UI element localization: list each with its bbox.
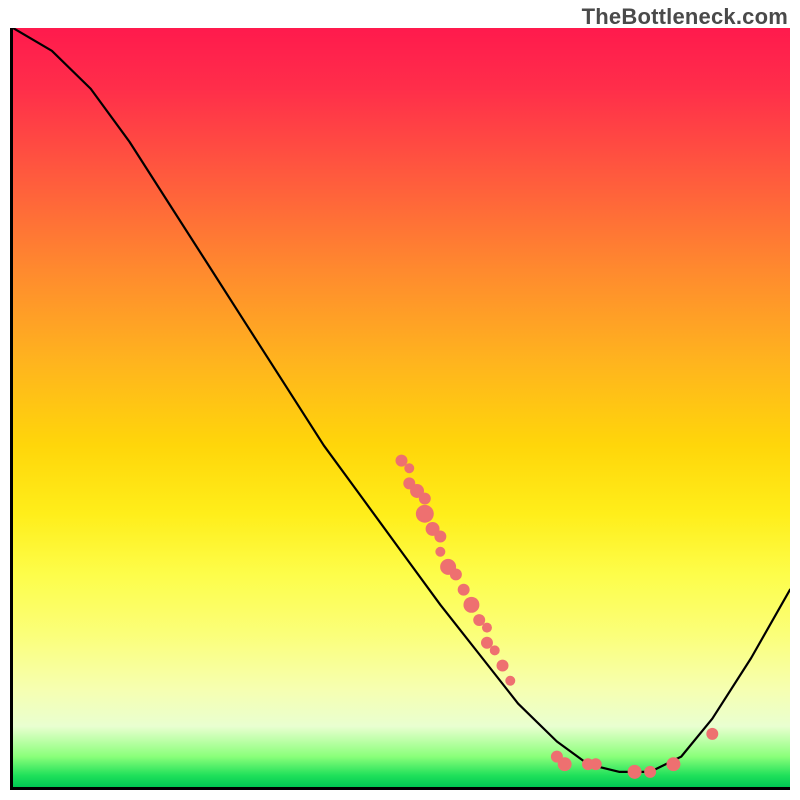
- watermark-text: TheBottleneck.com: [582, 4, 788, 30]
- data-point: [505, 676, 515, 686]
- data-point: [590, 758, 602, 770]
- data-point: [628, 765, 642, 779]
- data-point: [497, 660, 509, 672]
- chart-container: TheBottleneck.com: [0, 0, 800, 800]
- data-point: [416, 505, 434, 523]
- data-point: [558, 757, 572, 771]
- data-point: [396, 455, 408, 467]
- data-point: [666, 757, 680, 771]
- data-point: [490, 645, 500, 655]
- data-point: [434, 531, 446, 543]
- data-point: [458, 584, 470, 596]
- data-point: [419, 493, 431, 505]
- data-point: [435, 547, 445, 557]
- data-point: [706, 728, 718, 740]
- data-point: [404, 463, 414, 473]
- data-point: [463, 597, 479, 613]
- scatter-points: [396, 455, 719, 779]
- data-point: [450, 568, 462, 580]
- data-point: [644, 766, 656, 778]
- plot-area: [10, 28, 790, 790]
- bottleneck-curve: [13, 28, 790, 772]
- data-point: [482, 623, 492, 633]
- plot-svg: [13, 28, 790, 787]
